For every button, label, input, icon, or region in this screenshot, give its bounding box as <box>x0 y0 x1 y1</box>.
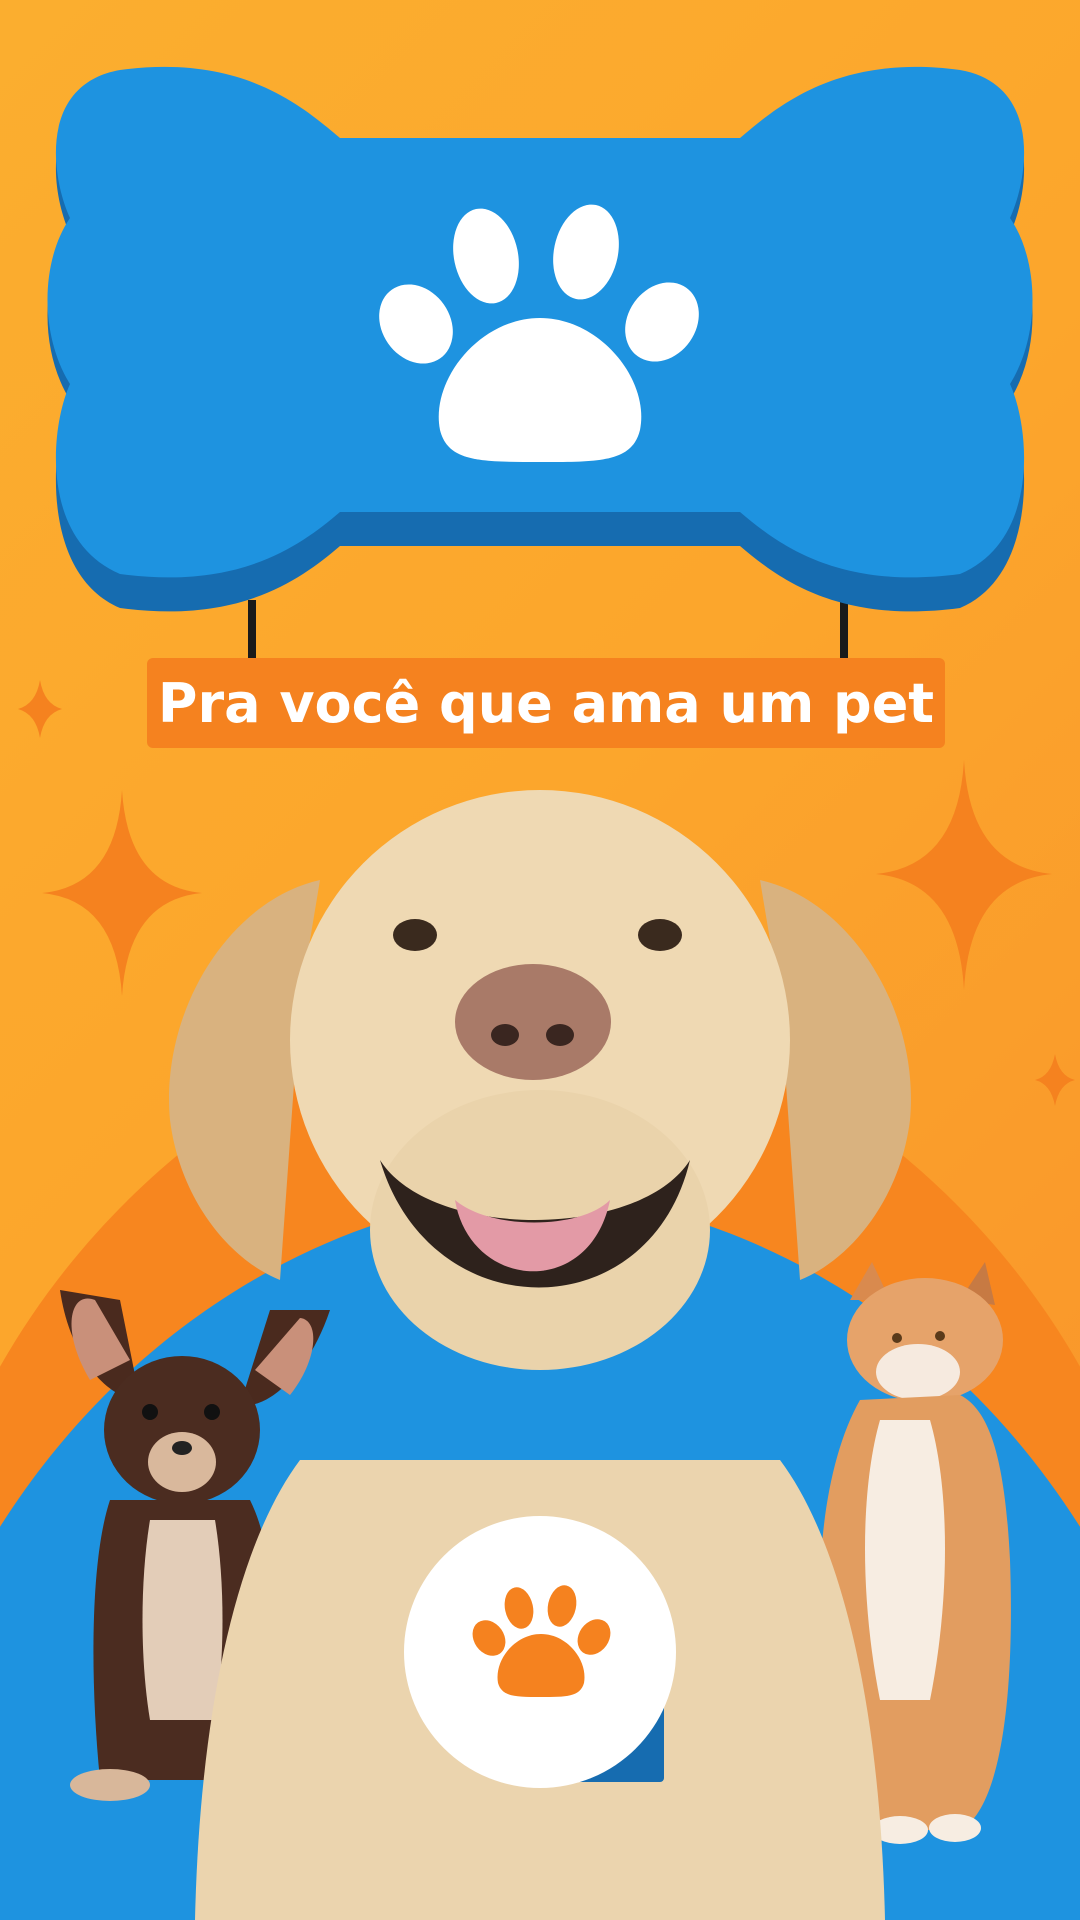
pet-promo-poster: Pra você que ama um pet <box>0 0 1080 1920</box>
paw-badge <box>404 1516 676 1788</box>
